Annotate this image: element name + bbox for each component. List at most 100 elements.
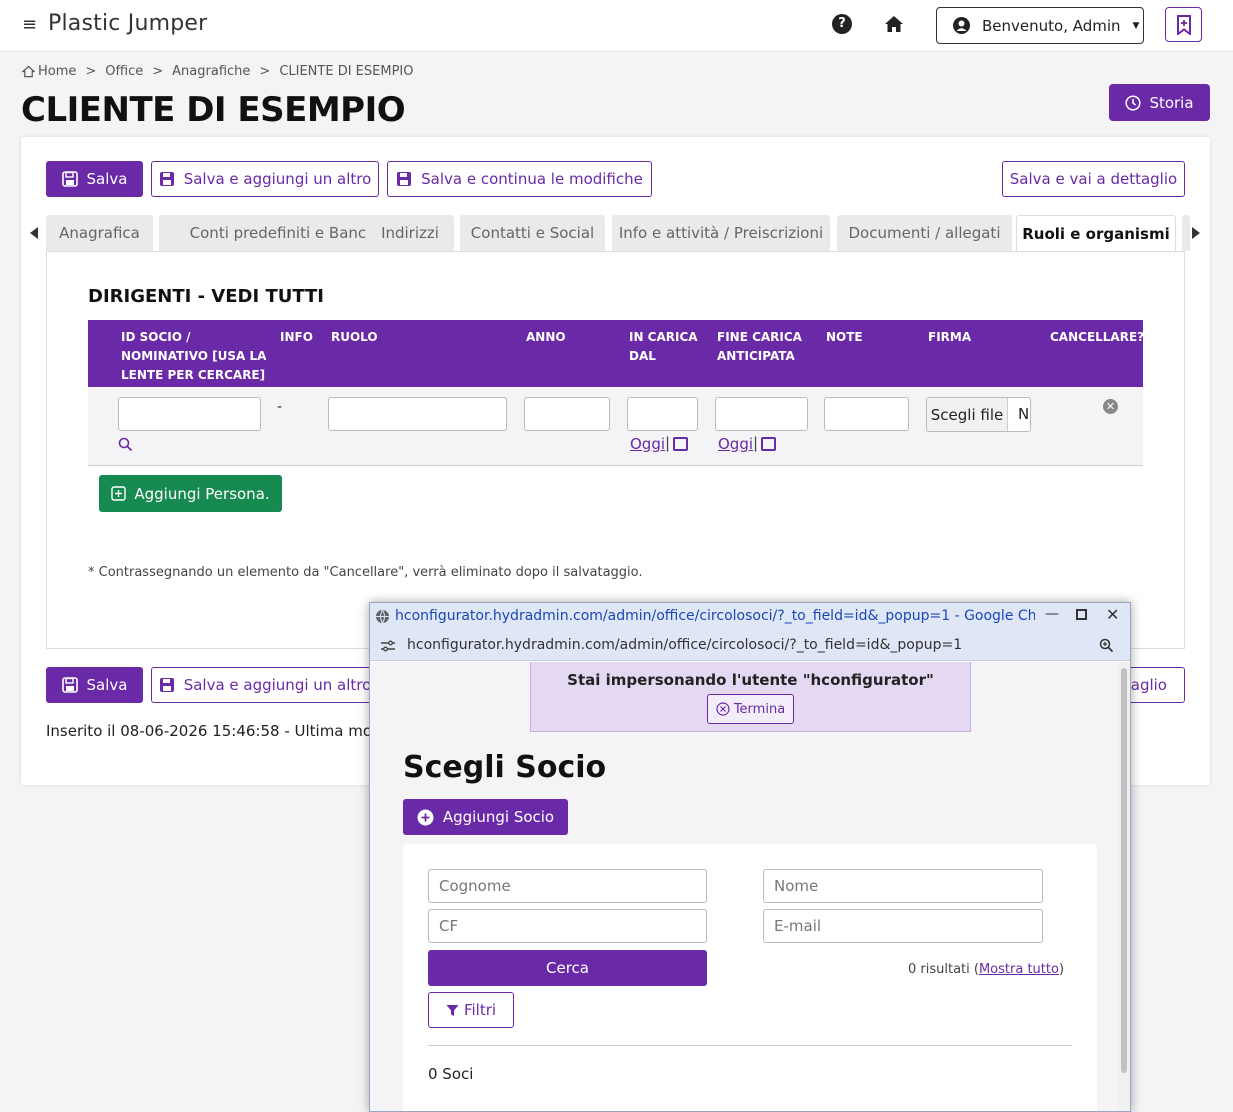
fine-carica-input[interactable] — [715, 397, 808, 431]
plus-square-icon — [111, 486, 127, 501]
maximize-icon[interactable] — [1076, 609, 1087, 620]
save-button[interactable]: Salva — [46, 161, 143, 197]
delete-note: * Contrassegnando un elemento da "Cancel… — [88, 565, 643, 580]
floppy-icon — [159, 172, 174, 186]
help-icon[interactable]: ? — [832, 14, 852, 34]
termina-label: Termina — [733, 701, 786, 717]
minimize-icon[interactable]: — — [1045, 606, 1059, 622]
note-input[interactable] — [824, 397, 909, 431]
tab-indirizzi[interactable]: Indirizzi — [366, 215, 454, 251]
termina-button[interactable]: Termina — [707, 694, 794, 724]
user-menu-button[interactable]: Benvenuto, Admin ▼ — [936, 7, 1144, 44]
breadcrumb-current: CLIENTE DI ESEMPIO — [279, 64, 414, 79]
id-socio-input[interactable] — [118, 397, 261, 431]
cf-input[interactable]: CF — [428, 909, 707, 943]
caret-down-icon: ▼ — [1132, 20, 1140, 31]
tab-contatti-social[interactable]: Contatti e Social — [460, 215, 605, 251]
in-carica-dal-input[interactable] — [627, 397, 698, 431]
floppy-icon — [397, 172, 412, 186]
zoom-icon[interactable] — [1099, 638, 1114, 653]
oggi-link[interactable]: Oggi — [630, 435, 665, 453]
separator: | — [665, 434, 671, 452]
save-continue-button[interactable]: Salva e continua le modifiche — [387, 161, 652, 197]
nome-input[interactable]: Nome — [763, 869, 1043, 903]
add-socio-button[interactable]: Aggiungi Socio — [403, 799, 568, 835]
oggi-link[interactable]: Oggi — [718, 435, 753, 453]
popup-body: Stai impersonando l'utente "hconfigurato… — [370, 662, 1130, 1111]
breadcrumb-office[interactable]: Office — [105, 64, 143, 79]
close-icon[interactable]: ✕ — [1106, 605, 1119, 624]
section-title[interactable]: DIRIGENTI - VEDI TUTTI — [88, 286, 324, 307]
scrollbar-thumb[interactable] — [1121, 668, 1127, 1073]
add-person-button[interactable]: Aggiungi Persona. — [99, 475, 282, 512]
email-input[interactable]: E-mail — [763, 909, 1043, 943]
popup-address-bar[interactable]: hconfigurator.hydradmin.com/admin/office… — [370, 631, 1130, 661]
breadcrumb-home[interactable]: Home — [38, 64, 76, 79]
column-header-firma: FIRMA — [928, 330, 972, 344]
home-icon[interactable] — [884, 14, 904, 34]
column-header-in-carica-dal: IN CARICA DAL — [629, 330, 698, 363]
popup-url: hconfigurator.hydradmin.com/admin/office… — [407, 637, 963, 653]
impersonation-text: Stai impersonando l'utente "hconfigurato… — [567, 671, 934, 689]
delete-x-icon[interactable]: ✕ — [1103, 399, 1118, 414]
user-label: Benvenuto, Admin — [982, 16, 1121, 35]
filtri-label: Filtri — [463, 1001, 497, 1019]
cerca-button[interactable]: Cerca — [428, 950, 707, 986]
save-button-bottom[interactable]: Salva — [46, 667, 143, 703]
column-header-note: NOTE — [826, 330, 863, 344]
tab-documenti[interactable]: Documenti / allegati — [837, 215, 1012, 251]
save-add-another-button-bottom[interactable]: Salva e aggiungi un altro — [151, 667, 379, 703]
top-bar: ≡ Plastic Jumper ? Benvenuto, Admin ▼ — [0, 0, 1233, 52]
tab-info-attivita[interactable]: Info e attività / Preiscrizioni — [612, 215, 830, 251]
popup-title-bar[interactable]: hconfigurator.hydradmin.com/admin/office… — [370, 603, 1130, 631]
save-add-another-label: Salva e aggiungi un altro — [183, 676, 372, 694]
popup-scrollbar[interactable] — [1118, 662, 1130, 1111]
table-header: ID SOCIO / NOMINATIVO [USA LA LENTE PER … — [88, 320, 1145, 387]
calendar-icon[interactable] — [673, 437, 688, 451]
no-file-label: Ne — [1018, 405, 1030, 423]
breadcrumb-separator: > — [85, 64, 97, 79]
choose-file-button[interactable]: Scegli file — [927, 398, 1008, 431]
inserted-info: Inserito il 08-06-2026 15:46:58 - Ultima… — [46, 722, 413, 740]
anno-input[interactable] — [524, 397, 610, 431]
mostra-tutto-link[interactable]: Mostra tutto — [979, 962, 1059, 977]
impersonation-banner: Stai impersonando l'utente "hconfigurato… — [530, 662, 971, 732]
info-value: - — [277, 399, 283, 415]
page-title: CLIENTE DI ESEMPIO — [21, 90, 406, 130]
popup-window: hconfigurator.hydradmin.com/admin/office… — [369, 602, 1131, 1112]
file-input[interactable]: Scegli file Ne — [926, 397, 1031, 432]
save-label: Salva — [86, 676, 128, 694]
tab-anagrafica[interactable]: Anagrafica — [46, 215, 153, 251]
separator: | — [753, 434, 759, 452]
calendar-icon[interactable] — [761, 437, 776, 451]
save-add-another-button[interactable]: Salva e aggiungi un altro — [151, 161, 379, 197]
hamburger-menu-icon[interactable]: ≡ — [22, 14, 37, 35]
save-continue-label: Salva e continua le modifiche — [421, 170, 643, 188]
bookmark-button[interactable] — [1165, 7, 1202, 42]
search-icon[interactable] — [118, 437, 133, 452]
breadcrumb-anagrafiche[interactable]: Anagrafiche — [172, 64, 250, 79]
results-count: 0 risultati ( — [908, 962, 979, 977]
add-socio-label: Aggiungi Socio — [442, 808, 555, 826]
column-header-anno: ANNO — [526, 330, 566, 344]
cognome-input[interactable]: Cognome — [428, 869, 707, 903]
tabs-scroll-left-icon[interactable] — [30, 227, 38, 239]
app-title[interactable]: Plastic Jumper — [48, 11, 207, 36]
filtri-button[interactable]: Filtri — [428, 992, 514, 1028]
storia-button[interactable]: Storia — [1109, 84, 1210, 121]
globe-icon — [376, 609, 389, 624]
results-paren: ) — [1058, 962, 1065, 977]
site-settings-icon[interactable] — [380, 639, 396, 653]
breadcrumb-separator: > — [152, 64, 164, 79]
save-label: Salva — [86, 170, 128, 188]
column-header-fine-carica: FINE CARICA ANTICIPATA — [717, 330, 802, 363]
popup-heading: Scegli Socio — [403, 750, 607, 785]
column-header-cancellare: CANCELLARE? — [1050, 330, 1145, 344]
tabs-scroll-right-icon[interactable] — [1192, 227, 1200, 239]
ruolo-input[interactable] — [328, 397, 507, 431]
save-go-detail-button[interactable]: Salva e vai a dettaglio — [1002, 161, 1185, 197]
close-circle-icon — [716, 702, 730, 716]
tab-overflow[interactable] — [1182, 215, 1190, 251]
floppy-icon — [61, 171, 78, 187]
tab-ruoli-organismi[interactable]: Ruoli e organismi — [1016, 215, 1176, 251]
